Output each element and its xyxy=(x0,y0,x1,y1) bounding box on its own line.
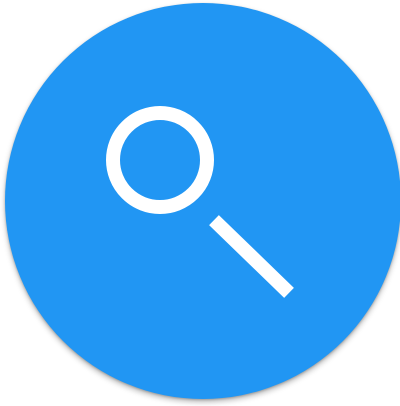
canvas xyxy=(0,0,400,406)
search-icon xyxy=(106,106,294,298)
search-button[interactable] xyxy=(5,3,400,399)
search-icon-handle xyxy=(209,215,294,298)
search-icon-lens xyxy=(106,106,214,214)
